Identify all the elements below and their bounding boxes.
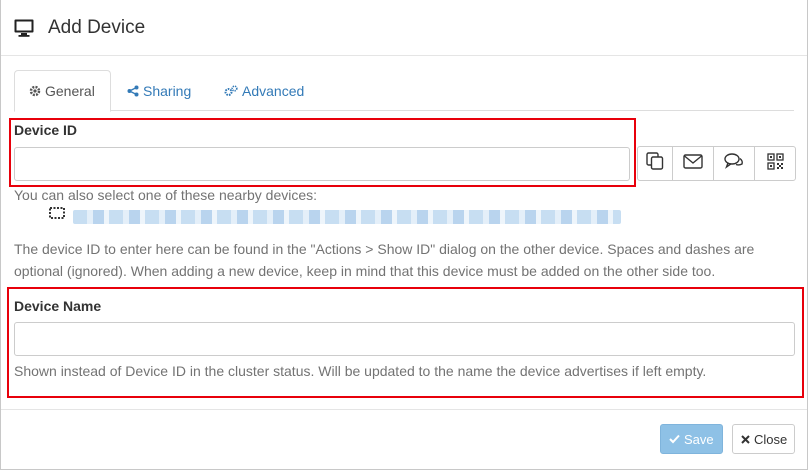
nearby-devices-text: You can also select one of these nearby … (14, 187, 318, 203)
envelope-icon (683, 153, 703, 174)
device-id-help: The device ID to enter here can be found… (14, 241, 755, 279)
close-button[interactable]: Close (732, 424, 795, 454)
device-name-help: Shown instead of Device ID in the cluste… (14, 363, 707, 379)
gears-icon (224, 84, 238, 97)
nearby-device-id (73, 209, 621, 224)
share-icon (127, 85, 139, 97)
desktop-icon (14, 17, 36, 39)
tab-sharing-label: Sharing (143, 82, 192, 99)
device-id-actions (637, 146, 796, 181)
chat-icon (724, 153, 744, 174)
tab-sharing[interactable]: Sharing (113, 70, 205, 111)
tab-advanced-label: Advanced (242, 82, 305, 99)
device-id-input[interactable] (14, 147, 630, 181)
device-name-label: Device Name (14, 298, 102, 314)
message-button[interactable] (713, 146, 755, 181)
tab-general[interactable]: General (14, 70, 111, 112)
device-name-input[interactable] (14, 322, 795, 356)
add-device-dialog: Add Device General Sharing Advanced Devi… (0, 0, 808, 470)
gear-icon (29, 85, 41, 97)
dialog-header: Add Device (1, 0, 807, 56)
check-icon (669, 434, 680, 444)
tab-advanced[interactable]: Advanced (210, 70, 318, 111)
device-id-label: Device ID (14, 122, 78, 138)
device-icon (49, 207, 65, 226)
tab-bar: General Sharing Advanced (14, 70, 794, 112)
save-button-label: Save (684, 431, 714, 447)
copy-button[interactable] (637, 146, 673, 181)
close-icon (741, 434, 750, 444)
close-button-label: Close (754, 431, 788, 447)
save-button[interactable]: Save (660, 424, 723, 454)
qr-code-button[interactable] (754, 146, 796, 181)
dialog-title: Add Device (48, 16, 146, 38)
qrcode-icon (766, 152, 784, 175)
nearby-device-item[interactable] (49, 207, 621, 226)
tab-general-label: General (45, 83, 95, 99)
copy-icon (646, 152, 664, 175)
email-button[interactable] (672, 146, 714, 181)
